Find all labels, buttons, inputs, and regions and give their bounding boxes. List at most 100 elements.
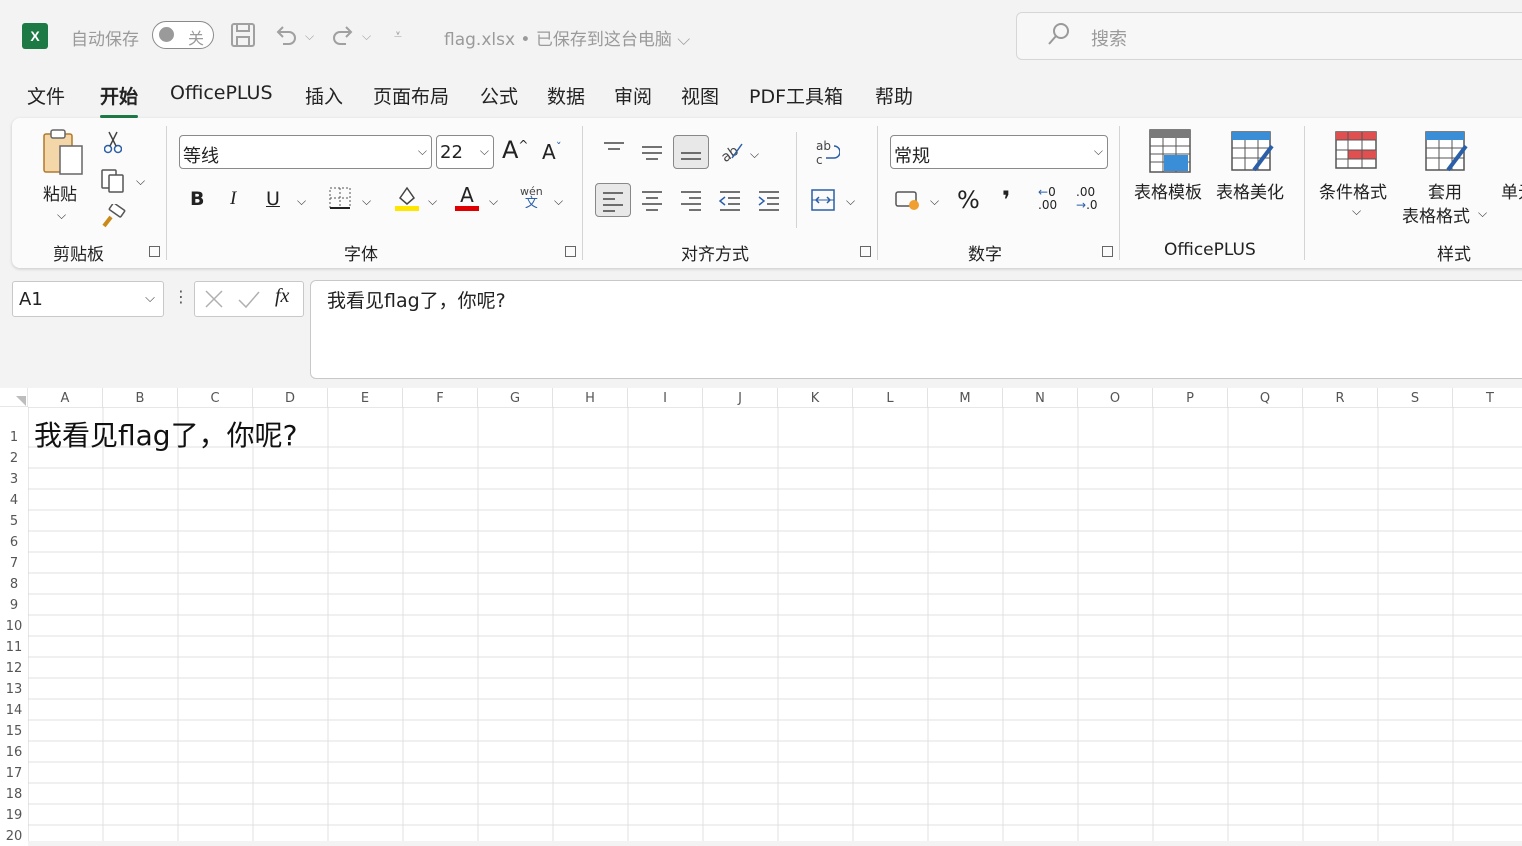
- column-header-l[interactable]: L: [853, 388, 928, 407]
- column-header-d[interactable]: D: [253, 388, 328, 407]
- row-header-6[interactable]: 6: [0, 531, 28, 552]
- row-header-19[interactable]: 19: [0, 804, 28, 825]
- phonetic-dropdown-icon[interactable]: ⌵: [554, 194, 563, 209]
- row-header-1[interactable]: 1: [0, 407, 28, 447]
- column-header-c[interactable]: C: [178, 388, 253, 407]
- row-header-5[interactable]: 5: [0, 510, 28, 531]
- font-launcher-icon[interactable]: [565, 246, 576, 257]
- column-header-i[interactable]: I: [628, 388, 703, 407]
- row-header-8[interactable]: 8: [0, 573, 28, 594]
- row-header-2[interactable]: 2: [0, 447, 28, 468]
- column-header-a[interactable]: A: [28, 388, 103, 407]
- font-color-icon[interactable]: A: [454, 182, 480, 217]
- phonetic-guide-icon[interactable]: wén 文: [520, 186, 543, 211]
- format-painter-icon[interactable]: [100, 202, 126, 235]
- font-name-select[interactable]: 等线 ⌵: [179, 135, 432, 169]
- underline-button[interactable]: U: [266, 188, 280, 210]
- row-header-13[interactable]: 13: [0, 678, 28, 699]
- decrease-font-size-icon[interactable]: Aˇ: [542, 140, 562, 164]
- alignment-launcher-icon[interactable]: [860, 246, 871, 257]
- tab-insert[interactable]: 插入: [305, 82, 343, 109]
- wrap-text-icon[interactable]: ab c: [814, 138, 841, 173]
- table-template-icon[interactable]: [1148, 128, 1192, 179]
- format-as-table-icon[interactable]: [1424, 130, 1470, 179]
- column-header-g[interactable]: G: [478, 388, 553, 407]
- row-header-10[interactable]: 10: [0, 615, 28, 636]
- format-as-table-label-2[interactable]: 表格格式: [1402, 202, 1470, 227]
- row-header-9[interactable]: 9: [0, 594, 28, 615]
- enter-icon[interactable]: [237, 288, 261, 314]
- number-format-select[interactable]: 常规 ⌵: [890, 135, 1108, 169]
- percent-button[interactable]: %: [957, 186, 980, 214]
- column-header-f[interactable]: F: [403, 388, 478, 407]
- copy-icon[interactable]: [100, 168, 126, 199]
- column-header-m[interactable]: M: [928, 388, 1003, 407]
- column-header-k[interactable]: K: [778, 388, 853, 407]
- paste-dropdown-icon[interactable]: ⌵: [57, 208, 66, 223]
- clipboard-launcher-icon[interactable]: [149, 246, 160, 257]
- column-header-o[interactable]: O: [1078, 388, 1153, 407]
- align-middle-icon[interactable]: [640, 140, 664, 165]
- orientation-dropdown-icon[interactable]: ⌵: [750, 147, 759, 162]
- column-header-b[interactable]: B: [103, 388, 178, 407]
- tab-page-layout[interactable]: 页面布局: [373, 82, 449, 109]
- autosave-toggle[interactable]: 关: [152, 21, 214, 49]
- undo-icon[interactable]: [273, 22, 299, 54]
- bold-button[interactable]: B: [190, 188, 204, 210]
- tab-data[interactable]: 数据: [547, 82, 585, 109]
- fill-color-icon[interactable]: [394, 184, 420, 217]
- row-header-11[interactable]: 11: [0, 636, 28, 657]
- align-right-icon[interactable]: [679, 189, 703, 216]
- conditional-format-dropdown-icon[interactable]: ⌵: [1352, 204, 1361, 219]
- worksheet-grid[interactable]: ABCDEFGHIJKLMNOPQRST 1 2 3 4 5 6 7 8 9 10 11 12 13 14…: [0, 388, 1522, 846]
- insert-function-icon[interactable]: fx: [275, 285, 289, 308]
- formula-input[interactable]: 我看见flag了，你呢?: [310, 280, 1522, 379]
- font-color-dropdown-icon[interactable]: ⌵: [489, 194, 498, 209]
- underline-dropdown-icon[interactable]: ⌵: [297, 194, 306, 209]
- tab-file[interactable]: 文件: [27, 82, 65, 109]
- fill-color-dropdown-icon[interactable]: ⌵: [428, 194, 437, 209]
- merge-dropdown-icon[interactable]: ⌵: [846, 194, 855, 209]
- column-header-h[interactable]: H: [553, 388, 628, 407]
- row-header-3[interactable]: 3: [0, 468, 28, 489]
- font-size-select[interactable]: 22 ⌵: [436, 135, 494, 169]
- save-icon[interactable]: [230, 22, 256, 54]
- more-options-icon[interactable]: ⋮: [173, 287, 189, 306]
- decrease-decimal-button[interactable]: .00 →.0: [1076, 186, 1098, 212]
- tab-home[interactable]: 开始: [100, 82, 139, 118]
- tab-officeplus[interactable]: OfficePLUS: [170, 82, 273, 104]
- conditional-format-icon[interactable]: [1334, 130, 1378, 175]
- column-header-q[interactable]: Q: [1228, 388, 1303, 407]
- tab-help[interactable]: 帮助: [875, 82, 913, 109]
- name-box[interactable]: A1 ⌵: [12, 281, 164, 317]
- row-header-7[interactable]: 7: [0, 552, 28, 573]
- tab-pdf-tools[interactable]: PDF工具箱: [749, 82, 843, 109]
- column-header-r[interactable]: R: [1303, 388, 1378, 407]
- increase-indent-icon[interactable]: [757, 189, 781, 216]
- column-header-t[interactable]: T: [1453, 388, 1522, 407]
- cell-styles-label[interactable]: 单元: [1501, 178, 1522, 203]
- orientation-icon[interactable]: ab: [718, 138, 744, 169]
- table-beautify-icon[interactable]: [1230, 130, 1276, 179]
- table-beautify-label[interactable]: 表格美化: [1216, 178, 1284, 203]
- paste-icon[interactable]: [40, 128, 86, 181]
- column-header-j[interactable]: J: [703, 388, 778, 407]
- comma-style-button[interactable]: ❜: [1002, 186, 1010, 214]
- row-header-18[interactable]: 18: [0, 783, 28, 804]
- column-header-e[interactable]: E: [328, 388, 403, 407]
- paste-label[interactable]: 粘贴: [43, 180, 77, 205]
- column-header-s[interactable]: S: [1378, 388, 1453, 407]
- customize-qat-icon[interactable]: ⩡: [394, 27, 402, 43]
- column-header-n[interactable]: N: [1003, 388, 1078, 407]
- column-header-p[interactable]: P: [1153, 388, 1228, 407]
- row-header-4[interactable]: 4: [0, 489, 28, 510]
- cut-icon[interactable]: [103, 130, 123, 159]
- row-header-12[interactable]: 12: [0, 657, 28, 678]
- accounting-dropdown-icon[interactable]: ⌵: [930, 194, 939, 209]
- undo-dropdown-icon[interactable]: ⌵: [305, 29, 314, 44]
- row-header-17[interactable]: 17: [0, 762, 28, 783]
- align-center-icon[interactable]: [640, 189, 664, 216]
- redo-dropdown-icon[interactable]: ⌵: [362, 29, 371, 44]
- file-title[interactable]: flag.xlsx • 已保存到这台电脑 ⌵: [444, 25, 690, 50]
- copy-dropdown-icon[interactable]: ⌵: [136, 174, 145, 189]
